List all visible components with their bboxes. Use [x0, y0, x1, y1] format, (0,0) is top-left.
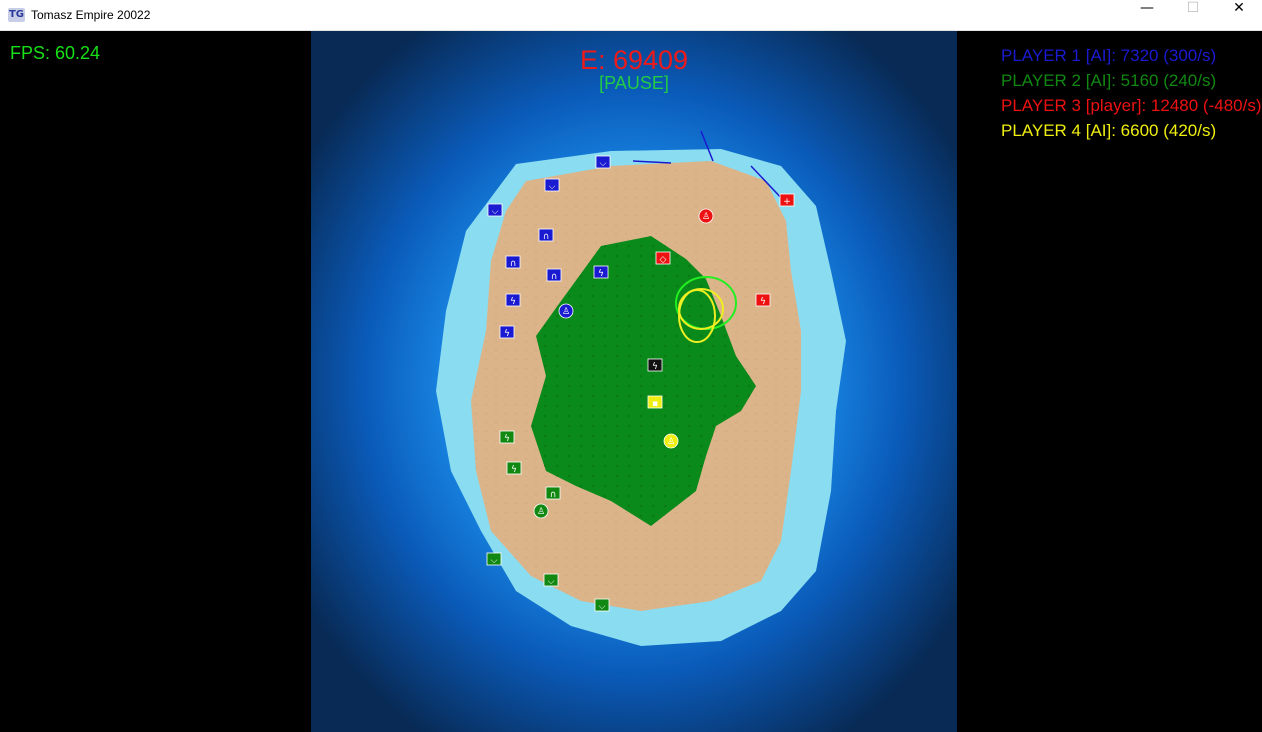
- player-scoreboard: PLAYER 1 [AI]: 7320 (300/s) PLAYER 2 [AI…: [1001, 43, 1262, 143]
- ship-icon: ⌵: [599, 602, 606, 612]
- game-map[interactable]: ⌵ ⌵ ⌵ ∩ ∩ ∩ ϟ ϟ ϟ ♙ ϟ ϟ ∩ ⌵ ⌵ ⌵ ♙ ϟ + ◇ ♙ ▪ ♙ ϟ: [311, 31, 957, 732]
- fps-counter: FPS: 60.24: [10, 43, 101, 63]
- p4-soldier-unit[interactable]: ♙: [663, 433, 679, 449]
- player-2-score: PLAYER 2 [AI]: 5160 (240/s): [1001, 71, 1217, 90]
- window-title: Tomasz Empire 20022: [31, 8, 151, 22]
- p1-lightning-unit[interactable]: ϟ: [505, 293, 521, 307]
- lightning-icon: ϟ: [504, 434, 510, 444]
- p2-ship-unit[interactable]: ⌵: [486, 552, 502, 566]
- lightning-icon: ϟ: [598, 269, 604, 279]
- shield-icon: ◇: [660, 255, 667, 265]
- player-3-score: PLAYER 3 [player]: 12480 (-480/s): [1001, 96, 1262, 115]
- dome-icon: ∩: [543, 232, 550, 242]
- p1-lightning-unit[interactable]: ϟ: [499, 325, 515, 339]
- soldier-icon: ♙: [537, 507, 545, 517]
- medic-icon: +: [783, 197, 791, 207]
- pause-status: [PAUSE]: [599, 73, 669, 93]
- flag-icon: ▪: [652, 399, 658, 409]
- ship-icon: ⌵: [492, 207, 499, 217]
- p1-ship-unit[interactable]: ⌵: [544, 178, 560, 192]
- p3-medic-unit[interactable]: +: [779, 193, 795, 207]
- p1-ship-unit[interactable]: ⌵: [595, 155, 611, 169]
- p2-dome-unit[interactable]: ∩: [545, 486, 561, 500]
- p1-ship-unit[interactable]: ⌵: [487, 203, 503, 217]
- p2-soldier-unit[interactable]: ♙: [533, 503, 549, 519]
- p2-ship-unit[interactable]: ⌵: [594, 598, 610, 612]
- p3-soldier-unit[interactable]: ♙: [698, 208, 714, 224]
- ship-icon: ⌵: [600, 159, 607, 169]
- p1-lightning-unit[interactable]: ϟ: [593, 265, 609, 279]
- p3-shield-unit[interactable]: ◇: [655, 251, 671, 265]
- p2-ship-unit[interactable]: ⌵: [543, 573, 559, 587]
- minimize-button[interactable]: —: [1124, 0, 1170, 31]
- lightning-icon: ϟ: [760, 297, 766, 307]
- game-viewport[interactable]: ⌵ ⌵ ⌵ ∩ ∩ ∩ ϟ ϟ ϟ ♙ ϟ ϟ ∩ ⌵ ⌵ ⌵ ♙ ϟ + ◇ ♙ ▪ ♙ ϟ FPS: 60.24 E: 6…: [0, 31, 1262, 732]
- p1-dome-unit[interactable]: ∩: [538, 228, 554, 242]
- dome-icon: ∩: [510, 259, 517, 269]
- p1-soldier-unit[interactable]: ♙: [558, 303, 574, 319]
- maximize-button[interactable]: ☐: [1170, 0, 1216, 31]
- lightning-icon: ϟ: [652, 362, 658, 372]
- p3-lightning-unit[interactable]: ϟ: [755, 293, 771, 307]
- soldier-icon: ♙: [562, 307, 570, 317]
- soldier-icon: ♙: [667, 437, 675, 447]
- window-titlebar: TG Tomasz Empire 20022 — ☐ ✕: [0, 0, 1262, 31]
- p1-dome-unit[interactable]: ∩: [505, 255, 521, 269]
- lightning-icon: ϟ: [511, 465, 517, 475]
- player-4-score: PLAYER 4 [AI]: 6600 (420/s): [1001, 121, 1217, 140]
- ship-icon: ⌵: [491, 556, 498, 566]
- soldier-icon: ♙: [702, 212, 710, 222]
- energy-counter: E: 69409: [579, 45, 689, 75]
- p4-flag-unit[interactable]: ▪: [647, 395, 663, 409]
- lightning-icon: ϟ: [504, 329, 510, 339]
- p1-dome-unit[interactable]: ∩: [546, 268, 562, 282]
- dome-icon: ∩: [550, 490, 557, 500]
- lightning-icon: ϟ: [510, 297, 516, 307]
- ship-icon: ⌵: [548, 577, 555, 587]
- ship-icon: ⌵: [549, 182, 556, 192]
- app-logo-icon: TG: [8, 8, 25, 22]
- p2-lightning-unit[interactable]: ϟ: [506, 461, 522, 475]
- p2-lightning-unit[interactable]: ϟ: [499, 430, 515, 444]
- player-1-score: PLAYER 1 [AI]: 7320 (300/s): [1001, 46, 1217, 65]
- dome-icon: ∩: [551, 272, 558, 282]
- close-button[interactable]: ✕: [1216, 0, 1262, 31]
- neutral-lightning-unit[interactable]: ϟ: [647, 358, 663, 372]
